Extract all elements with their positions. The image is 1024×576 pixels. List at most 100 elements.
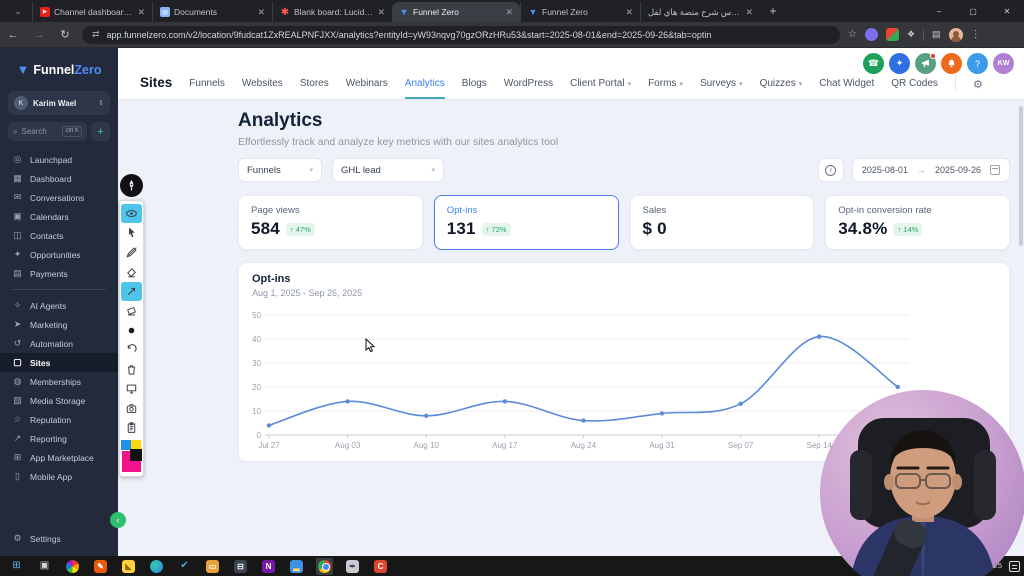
sidebar-item-conversations[interactable]: ✉Conversations (0, 188, 118, 207)
chrome-browser-app[interactable] (316, 558, 333, 575)
tab-search-chevron-icon[interactable]: ⌄ (6, 3, 30, 19)
extension-b-icon[interactable] (886, 28, 899, 41)
tab-close-icon[interactable]: ✕ (505, 7, 513, 18)
onenote-app[interactable]: N (260, 558, 277, 575)
pen-tool[interactable] (121, 243, 142, 262)
sidebar-item-sites[interactable]: ▢Sites (0, 353, 118, 372)
black-swatch[interactable] (130, 449, 142, 461)
tab-blogs[interactable]: Blogs (462, 78, 487, 99)
photos-pen-app[interactable]: ✎ (92, 558, 109, 575)
notifications-bell-icon[interactable] (941, 53, 962, 74)
tab-websites[interactable]: Websites (242, 78, 283, 99)
browser-tab[interactable]: كورس شرح منصة هاي لفل✕ (640, 2, 760, 22)
visibility-eye-tool[interactable] (121, 204, 142, 223)
new-tab-button[interactable]: + (764, 2, 782, 20)
cursor-tool[interactable] (121, 223, 142, 242)
info-button[interactable]: i (818, 158, 844, 182)
epic-pen-app[interactable]: ✒ (344, 558, 361, 575)
browser-profile-avatar[interactable] (949, 28, 963, 42)
sidebar-item-automation[interactable]: ↺Automation (0, 334, 118, 353)
address-bar[interactable]: ⇄ app.funnelzero.com/v2/location/9fudcat… (82, 26, 840, 44)
color-swatches[interactable] (121, 440, 142, 474)
tab-analytics[interactable]: Analytics (405, 78, 445, 99)
close-button[interactable]: ✕ (990, 0, 1024, 22)
extensions-puzzle-icon[interactable]: ❖ (907, 29, 915, 40)
todo-app[interactable]: ✔ (176, 558, 193, 575)
funnel-name-select[interactable]: GHL lead ▾ (332, 158, 444, 182)
tab-close-icon[interactable]: ✕ (377, 7, 385, 18)
sidebar-item-media-storage[interactable]: ▨Media Storage (0, 391, 118, 410)
tab-close-icon[interactable]: ✕ (137, 7, 145, 18)
side-panel-icon[interactable]: ▤ (932, 29, 941, 40)
minimize-button[interactable]: – (922, 0, 956, 22)
page-scrollbar[interactable] (1019, 106, 1023, 246)
metric-card-sales[interactable]: Sales$ 0 (630, 195, 815, 250)
sidebar-item-reporting[interactable]: ↗Reporting (0, 429, 118, 448)
sticky-notes-app[interactable]: ◣ (120, 558, 137, 575)
extension-a-icon[interactable] (865, 28, 878, 41)
tab-wordpress[interactable]: WordPress (504, 78, 553, 99)
start-button[interactable]: ⊞ (8, 558, 25, 575)
clear-all-trash-tool[interactable] (121, 360, 142, 379)
calculator-app[interactable]: ⊟ (232, 558, 249, 575)
browser-tab[interactable]: ▼Funnel Zero✕ (392, 2, 520, 22)
header-gear-icon[interactable]: ⚙ (973, 78, 983, 99)
sidebar-item-ai-agents[interactable]: ✧AI Agents (0, 296, 118, 315)
tab-forms[interactable]: Forms▾ (648, 78, 683, 99)
tab-stores[interactable]: Stores (300, 78, 329, 99)
phone-icon[interactable]: ☎ (863, 53, 884, 74)
date-range-picker[interactable]: 2025-08-01 → 2025-09-26 (852, 158, 1010, 182)
sidebar-collapse-button[interactable]: ‹ (110, 512, 126, 528)
sidebar-item-marketing[interactable]: ➤Marketing (0, 315, 118, 334)
sidebar-item-memberships[interactable]: ◍Memberships (0, 372, 118, 391)
browser-tab[interactable]: ▶Channel dashboard - YouTube✕ (32, 2, 152, 22)
clipboard-tool[interactable] (121, 418, 142, 437)
site-info-icon[interactable]: ⇄ (92, 29, 100, 40)
metric-card-opt-ins[interactable]: Opt-ins131↑ 72% (434, 195, 619, 250)
back-icon[interactable]: ← (0, 29, 26, 41)
tab-webinars[interactable]: Webinars (346, 78, 388, 99)
sidebar-search-input[interactable]: ⌕ Search ctrl K (8, 122, 87, 141)
eraser-tool[interactable] (121, 301, 142, 320)
file-explorer-app[interactable]: ▂ (288, 558, 305, 575)
user-avatar[interactable]: KW (993, 53, 1014, 74)
browser-menu-icon[interactable]: ⋮ (971, 29, 981, 40)
funnel-type-select[interactable]: Funnels ▾ (238, 158, 322, 182)
tab-close-icon[interactable]: ✕ (257, 7, 265, 18)
bookmark-star-icon[interactable]: ☆ (848, 29, 857, 40)
forward-icon[interactable]: → (26, 29, 52, 41)
sidebar-item-settings[interactable]: ⚙ Settings (0, 529, 118, 548)
account-switcher[interactable]: K Karim Wael ⇕ (8, 91, 110, 115)
screenshot-camera-tool[interactable] (121, 399, 142, 418)
tab-quizzes[interactable]: Quizzes▾ (760, 78, 803, 99)
browser-tab[interactable]: ▤Documents✕ (152, 2, 272, 22)
tab-surveys[interactable]: Surveys▾ (700, 78, 743, 99)
maximize-button[interactable]: ▢ (956, 0, 990, 22)
epic-pen-logo-icon[interactable] (120, 174, 143, 197)
sidebar-item-payments[interactable]: ▤Payments (0, 264, 118, 283)
sidebar-item-mobile-app[interactable]: ▯Mobile App (0, 467, 118, 486)
sidebar-add-button[interactable]: + (91, 122, 110, 141)
tab-chat-widget[interactable]: Chat Widget (819, 78, 874, 99)
sidebar-item-app-marketplace[interactable]: ⊞App Marketplace (0, 448, 118, 467)
sidebar-item-dashboard[interactable]: ▦Dashboard (0, 169, 118, 188)
quick-actions-icon[interactable]: ✦ (889, 53, 910, 74)
tab-close-icon[interactable]: ✕ (625, 7, 633, 18)
announcements-icon[interactable] (915, 53, 936, 74)
sidebar-item-contacts[interactable]: ◫Contacts (0, 226, 118, 245)
sidebar-item-opportunities[interactable]: ✦Opportunities (0, 245, 118, 264)
metric-card-page-views[interactable]: Page views584↑ 47% (238, 195, 423, 250)
tab-qr-codes[interactable]: QR Codes (891, 78, 938, 99)
tab-client-portal[interactable]: Client Portal▾ (570, 78, 631, 99)
thickness-dot-tool[interactable] (121, 321, 142, 340)
clipchamp-app[interactable]: C (372, 558, 389, 575)
sidebar-item-calendars[interactable]: ▣Calendars (0, 207, 118, 226)
browser-tab[interactable]: ✱Blank board: Lucidspark✕ (272, 2, 392, 22)
sidebar-item-launchpad[interactable]: ◎Launchpad (0, 150, 118, 169)
task-view-button[interactable]: ▣ (36, 558, 53, 575)
tab-funnels[interactable]: Funnels (189, 78, 225, 99)
tab-close-icon[interactable]: ✕ (745, 7, 753, 18)
color-wheel-app[interactable] (64, 558, 81, 575)
arrow-tool[interactable] (121, 282, 142, 301)
notification-center-icon[interactable] (1009, 561, 1020, 572)
